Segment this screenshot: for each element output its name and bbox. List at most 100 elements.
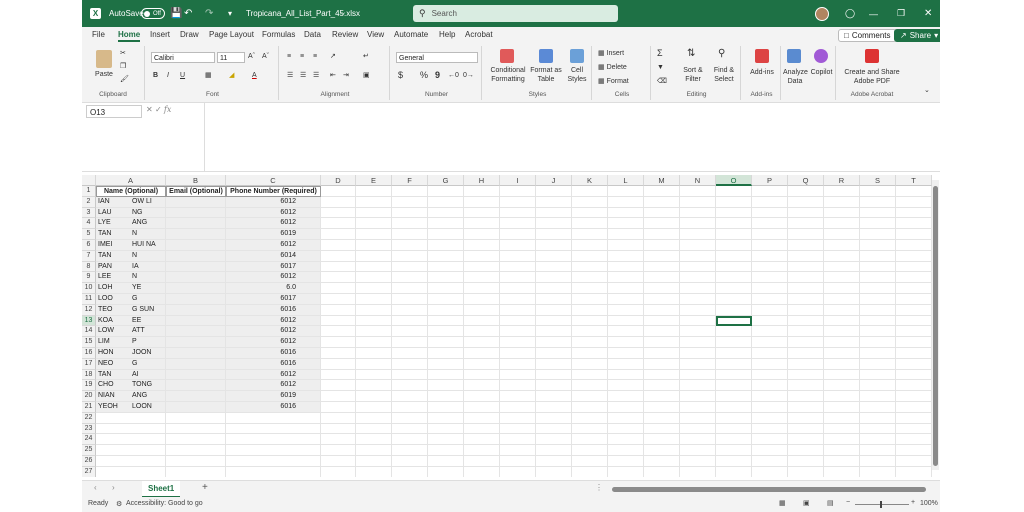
cell[interactable] — [500, 218, 536, 230]
cell[interactable] — [166, 380, 226, 392]
cell[interactable] — [644, 358, 680, 370]
cell[interactable] — [608, 240, 644, 251]
cell[interactable] — [500, 229, 536, 240]
name-part-cell[interactable]: TAN — [96, 370, 120, 381]
cell[interactable] — [356, 186, 392, 197]
phone-cell[interactable]: 6012 — [266, 380, 298, 391]
cell[interactable] — [896, 391, 932, 402]
vertical-scroll-thumb[interactable] — [933, 186, 938, 466]
cell[interactable] — [572, 240, 608, 251]
cell[interactable] — [608, 369, 644, 381]
cell[interactable] — [680, 423, 716, 435]
cell[interactable] — [500, 186, 536, 197]
cell[interactable] — [824, 283, 860, 294]
cell[interactable] — [572, 326, 608, 338]
row-header-17[interactable]: 17 — [82, 358, 96, 370]
cell[interactable] — [321, 423, 356, 435]
column-header-r[interactable]: R — [824, 175, 860, 186]
cell[interactable] — [356, 380, 392, 392]
cell[interactable] — [824, 240, 860, 251]
cell[interactable] — [608, 358, 644, 370]
name-part-cell[interactable]: LOON — [130, 402, 164, 413]
cell[interactable] — [321, 412, 356, 424]
cell[interactable] — [788, 348, 824, 359]
cell[interactable] — [428, 304, 464, 316]
enter-icon[interactable]: ✓ — [155, 105, 162, 114]
cell[interactable] — [96, 445, 166, 456]
column-header-j[interactable]: J — [536, 175, 572, 186]
cell[interactable] — [860, 402, 896, 413]
cell[interactable] — [644, 412, 680, 424]
row-header-2[interactable]: 2 — [82, 196, 96, 208]
cell[interactable] — [824, 402, 860, 413]
column-header-b[interactable]: B — [166, 175, 226, 186]
cell[interactable] — [680, 380, 716, 392]
cell[interactable] — [464, 412, 500, 424]
cell[interactable] — [824, 261, 860, 273]
cell[interactable] — [824, 272, 860, 284]
redo-icon[interactable]: ↷ — [205, 0, 213, 27]
cell[interactable] — [896, 304, 932, 316]
cell[interactable] — [464, 391, 500, 402]
column-header-s[interactable]: S — [860, 175, 896, 186]
name-part-cell[interactable]: PAN — [96, 262, 120, 273]
cell[interactable] — [788, 207, 824, 219]
cell[interactable] — [536, 380, 572, 392]
cell[interactable] — [500, 261, 536, 273]
phone-cell[interactable]: 6016 — [266, 359, 298, 370]
column-header-i[interactable]: I — [500, 175, 536, 186]
cell[interactable] — [356, 294, 392, 305]
cell[interactable] — [500, 434, 536, 446]
cell[interactable] — [428, 240, 464, 251]
cell[interactable] — [392, 391, 428, 402]
clear-icon[interactable]: ⌫ — [657, 77, 667, 86]
fx-icon[interactable]: fx — [164, 105, 171, 114]
delete-button[interactable]: ▦ Delete — [598, 63, 627, 72]
increase-font-icon[interactable]: Aˆ — [248, 52, 255, 61]
cell[interactable] — [428, 402, 464, 413]
row-header-26[interactable]: 26 — [82, 456, 96, 467]
cell[interactable] — [716, 412, 752, 424]
italic-button[interactable]: I — [167, 71, 169, 80]
row-header-12[interactable]: 12 — [82, 304, 96, 316]
name-part-cell[interactable]: IA — [130, 262, 164, 273]
name-part-cell[interactable]: G — [130, 294, 164, 305]
cell[interactable] — [464, 229, 500, 240]
cell[interactable] — [824, 304, 860, 316]
name-part-cell[interactable]: HUI NA — [130, 240, 164, 251]
cell[interactable] — [680, 402, 716, 413]
autosum-icon[interactable]: Σ — [657, 49, 663, 58]
cell[interactable] — [680, 369, 716, 381]
cell[interactable] — [788, 358, 824, 370]
name-part-cell[interactable]: G — [130, 359, 164, 370]
cell[interactable] — [860, 391, 896, 402]
borders-icon[interactable]: ▦ — [205, 71, 212, 80]
tab-file[interactable]: File — [92, 30, 105, 39]
find-select-button[interactable]: Find & Select — [709, 66, 739, 84]
cell[interactable] — [392, 326, 428, 338]
cut-icon[interactable]: ✂ — [120, 49, 126, 58]
align-center-icon[interactable]: ☰ — [300, 71, 306, 80]
cell[interactable] — [96, 456, 166, 467]
cell[interactable] — [226, 423, 321, 435]
paste-button[interactable]: Paste — [92, 70, 116, 79]
cell[interactable] — [680, 412, 716, 424]
cell[interactable] — [166, 358, 226, 370]
cell[interactable] — [166, 261, 226, 273]
row-header-11[interactable]: 11 — [82, 294, 96, 305]
cell[interactable] — [392, 261, 428, 273]
cell[interactable] — [321, 337, 356, 348]
cell[interactable] — [166, 466, 226, 477]
cell[interactable] — [500, 412, 536, 424]
cell[interactable] — [500, 466, 536, 477]
name-part-cell[interactable]: JOON — [130, 348, 164, 359]
cell[interactable] — [392, 337, 428, 348]
cell[interactable] — [644, 240, 680, 251]
cell[interactable] — [752, 272, 788, 284]
cell[interactable] — [824, 456, 860, 467]
name-part-cell[interactable]: LAU — [96, 208, 120, 219]
cell[interactable] — [896, 186, 932, 197]
cell[interactable] — [608, 380, 644, 392]
name-part-cell[interactable]: LEE — [96, 272, 120, 283]
cell[interactable] — [464, 240, 500, 251]
